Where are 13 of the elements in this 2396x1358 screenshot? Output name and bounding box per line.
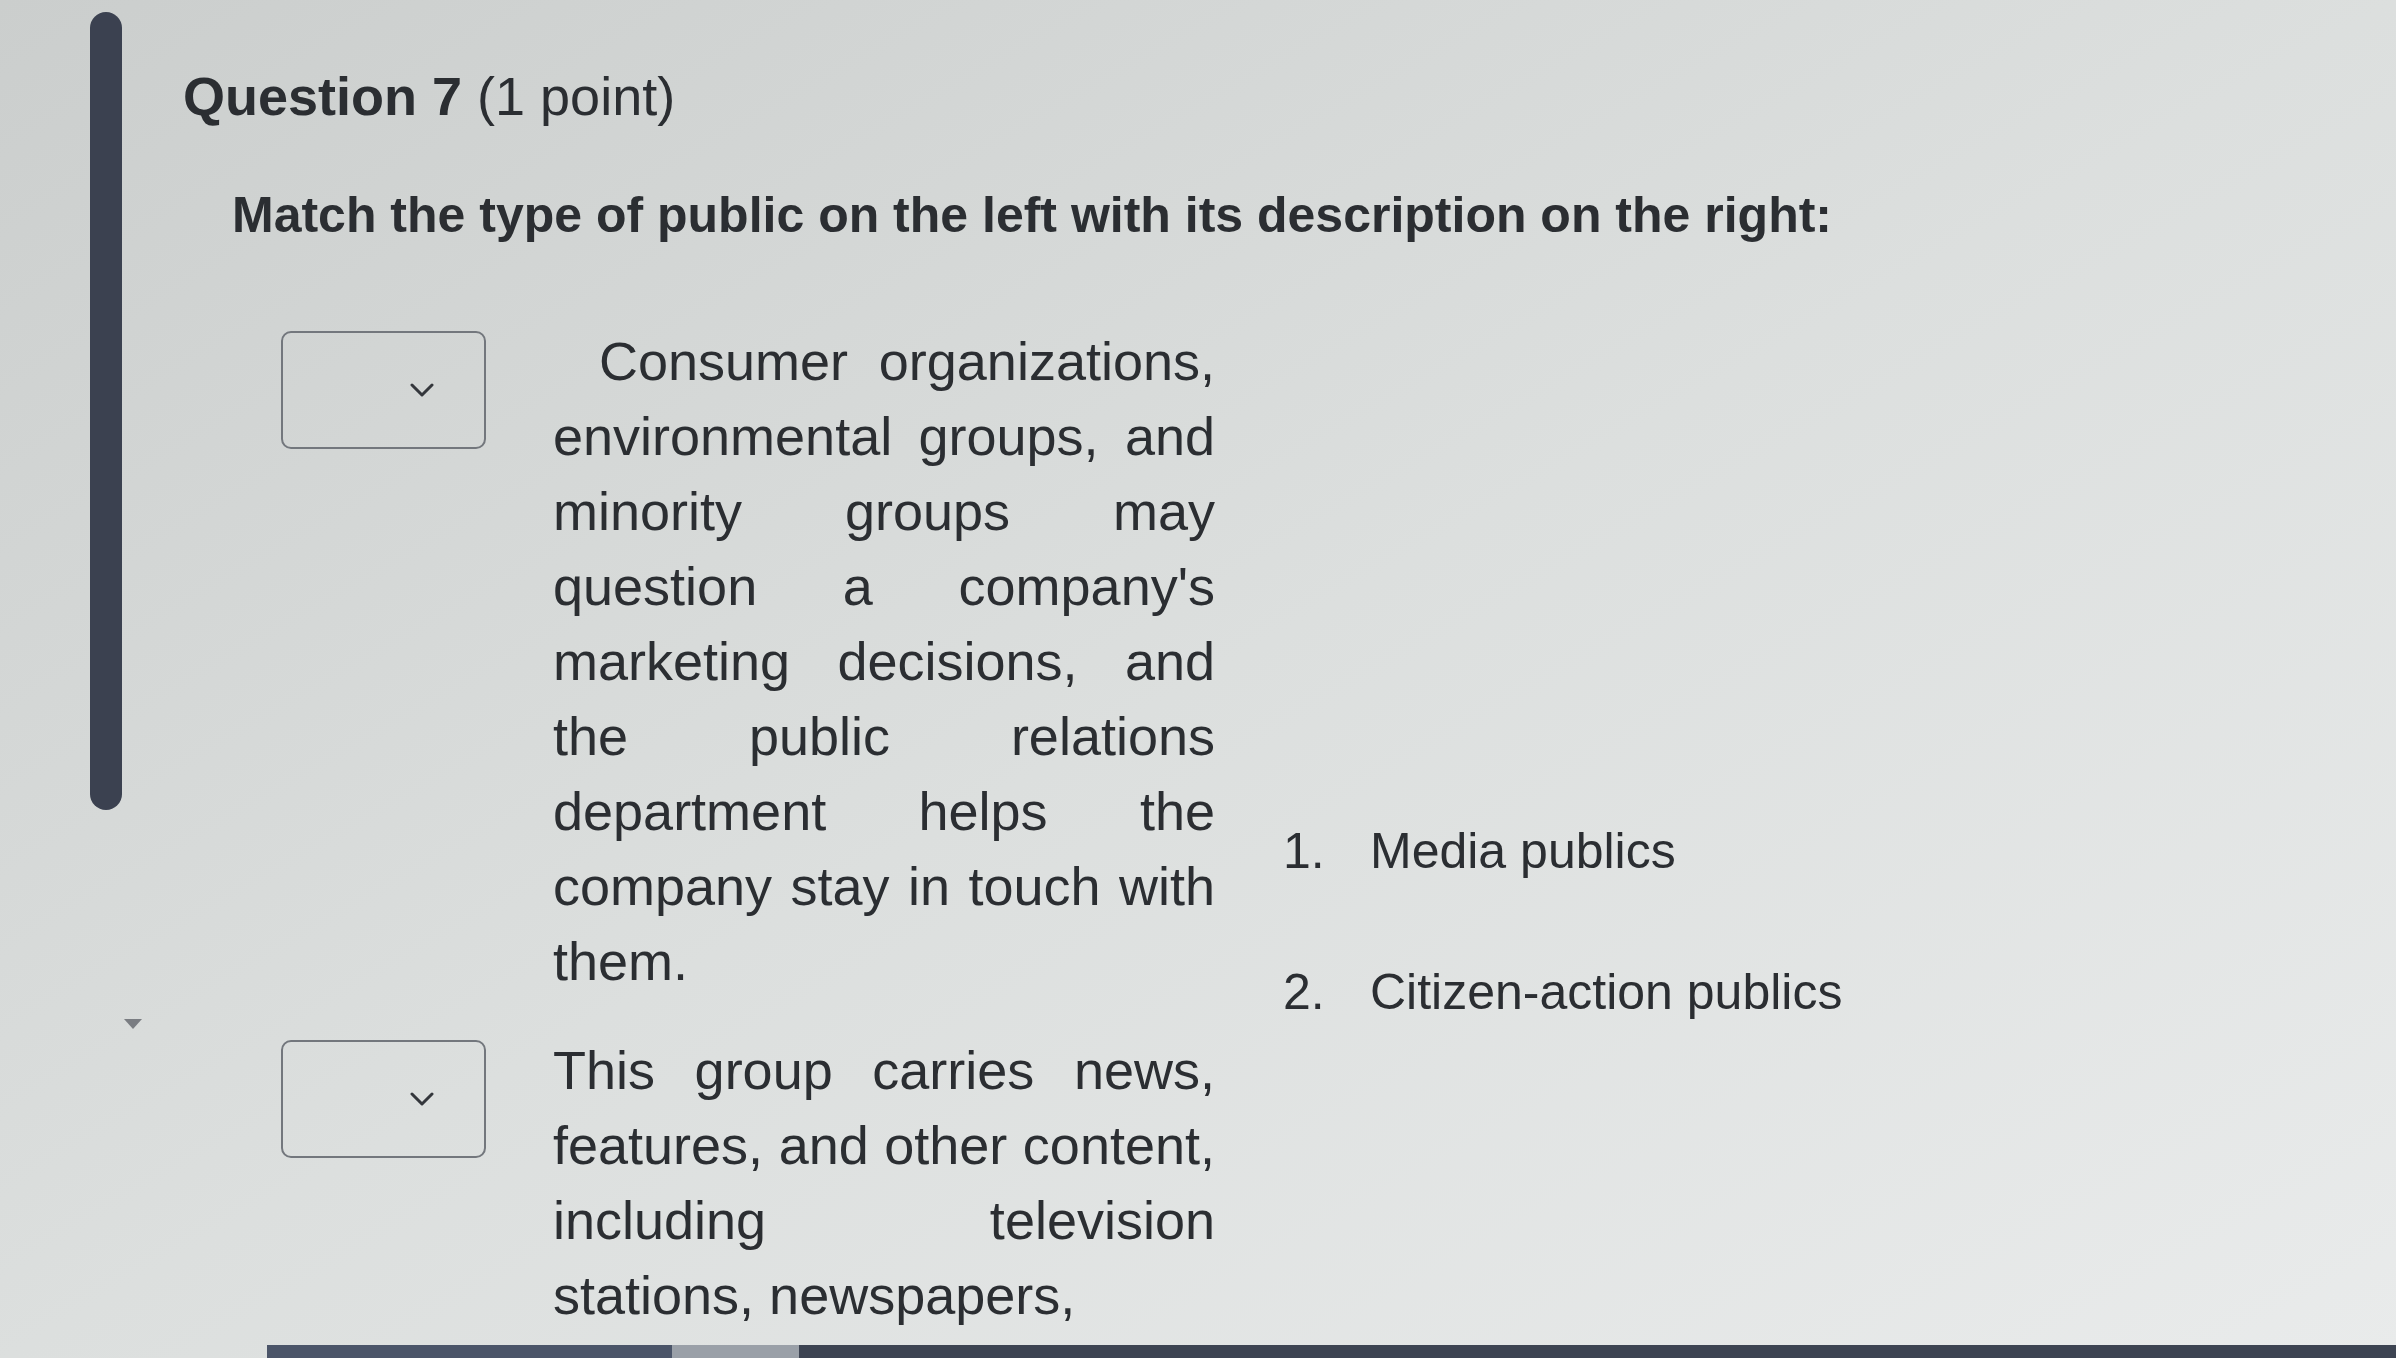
option-number: 1.	[1283, 822, 1326, 881]
option-label: Media publics	[1370, 822, 1676, 881]
match-description: Consumer organizations, environmental groups, and minority groups may question a company's marketing decisions, and the public relations department helps the company stay in touch with them.	[553, 330, 1215, 993]
option-number: 2.	[1283, 963, 1326, 1022]
question-prompt: Match the type of public on the left with its description on the right:	[232, 186, 1832, 245]
option-label: Citizen-action publics	[1370, 963, 1843, 1022]
chevron-down-icon	[410, 383, 434, 397]
match-description: This group carries news, features, and other content, including television stations, newspapers,	[553, 1039, 1215, 1327]
down-triangle-icon	[124, 1019, 142, 1029]
chevron-down-icon	[410, 1092, 434, 1106]
answer-dropdown[interactable]	[281, 1040, 486, 1158]
question-title: Question 7 (1 point)	[183, 65, 676, 128]
answer-dropdown[interactable]	[281, 331, 486, 449]
